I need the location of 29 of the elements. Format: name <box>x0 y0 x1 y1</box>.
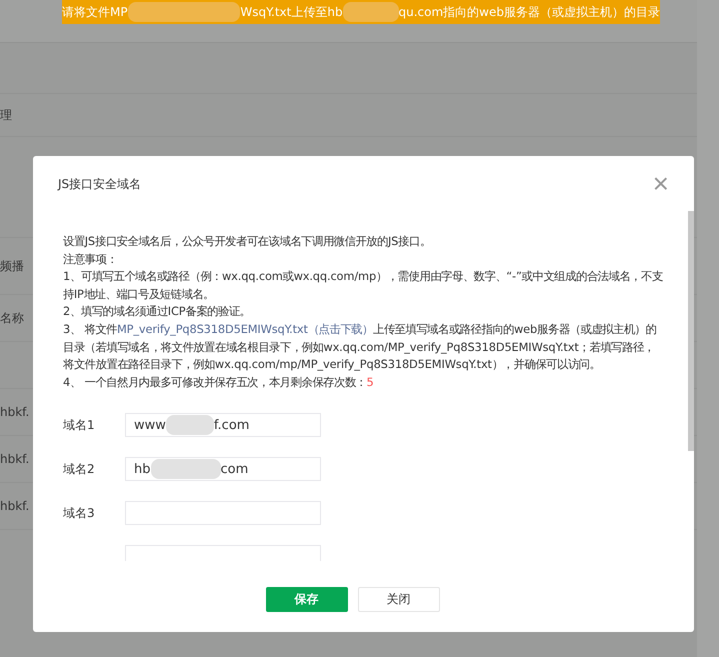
note-text: 3、 将文件MP_verify_Pq8S318D5EMIWsqY.txt（点击下载）上传至填写域名或路径指向的web服务器（或虚拟主机）的目录（若填写域名，将文件放置在域名根目录下，例如wx.qq.com/MP_verify_Pq8S318D5EMIWsqY.txt；若填写路径，将文件放置在路径目录下，例如wx.qq.com/mp/MP_verify_Pq8S318D5EMIWsqY.txt），并确保可以访问。 <box>63 320 658 374</box>
close-dialog-button[interactable]: 关闭 <box>358 587 440 612</box>
scrollbar[interactable] <box>688 211 694 451</box>
banner-text: 请将文件MP <box>62 4 128 20</box>
table-cell: hbkf. <box>0 405 30 419</box>
blurred-text <box>150 459 220 480</box>
blurred-text <box>342 2 399 22</box>
note-text: 1、可填写五个域名或路径（例：wx.qq.com或wx.qq.com/mp），需使用由字母、数字、“-”或中文组成的合法域名，不支持IP地址、端口号及短链域名。 <box>63 268 664 303</box>
blurred-text <box>166 415 214 436</box>
field-label: 域名3 <box>63 504 96 522</box>
table-cell: 频播 <box>0 258 24 274</box>
table-cell: hbkf. <box>0 499 30 513</box>
notes-heading: 注意事项： <box>63 250 118 268</box>
input-field[interactable]: www f.com <box>125 413 321 438</box>
remaining-count: 5 <box>366 374 374 389</box>
banner-text: WsqY.txt上传至hb <box>240 4 343 20</box>
dialog-title: JS接口安全域名 <box>58 176 142 192</box>
input-field[interactable]: hb com <box>125 457 321 482</box>
intro-text: 设置JS接口安全域名后，公众号开发者可在该域名下调用微信开放的JS接口。 <box>63 233 432 250</box>
field-label: 域名1 <box>63 416 96 434</box>
download-link[interactable]: MP_verify_Pq8S318D5EMIWsqY.txt（点击下载） <box>116 322 373 336</box>
input-field[interactable] <box>125 501 321 526</box>
note-text: 4、 一个自然月内最多可修改并保存五次，本月剩余保存次数：5 <box>63 374 375 391</box>
table-cell: hbkf. <box>0 452 30 466</box>
table-header-text: 理 <box>0 106 12 124</box>
banner-text: qu.com指向的web服务器（或虚拟主机）的目录 <box>398 4 660 20</box>
field-label: 域名2 <box>63 460 96 478</box>
note-text: 2、填写的域名须通过ICP备案的验证。 <box>63 303 252 320</box>
table-cell: 名称 <box>0 310 24 326</box>
